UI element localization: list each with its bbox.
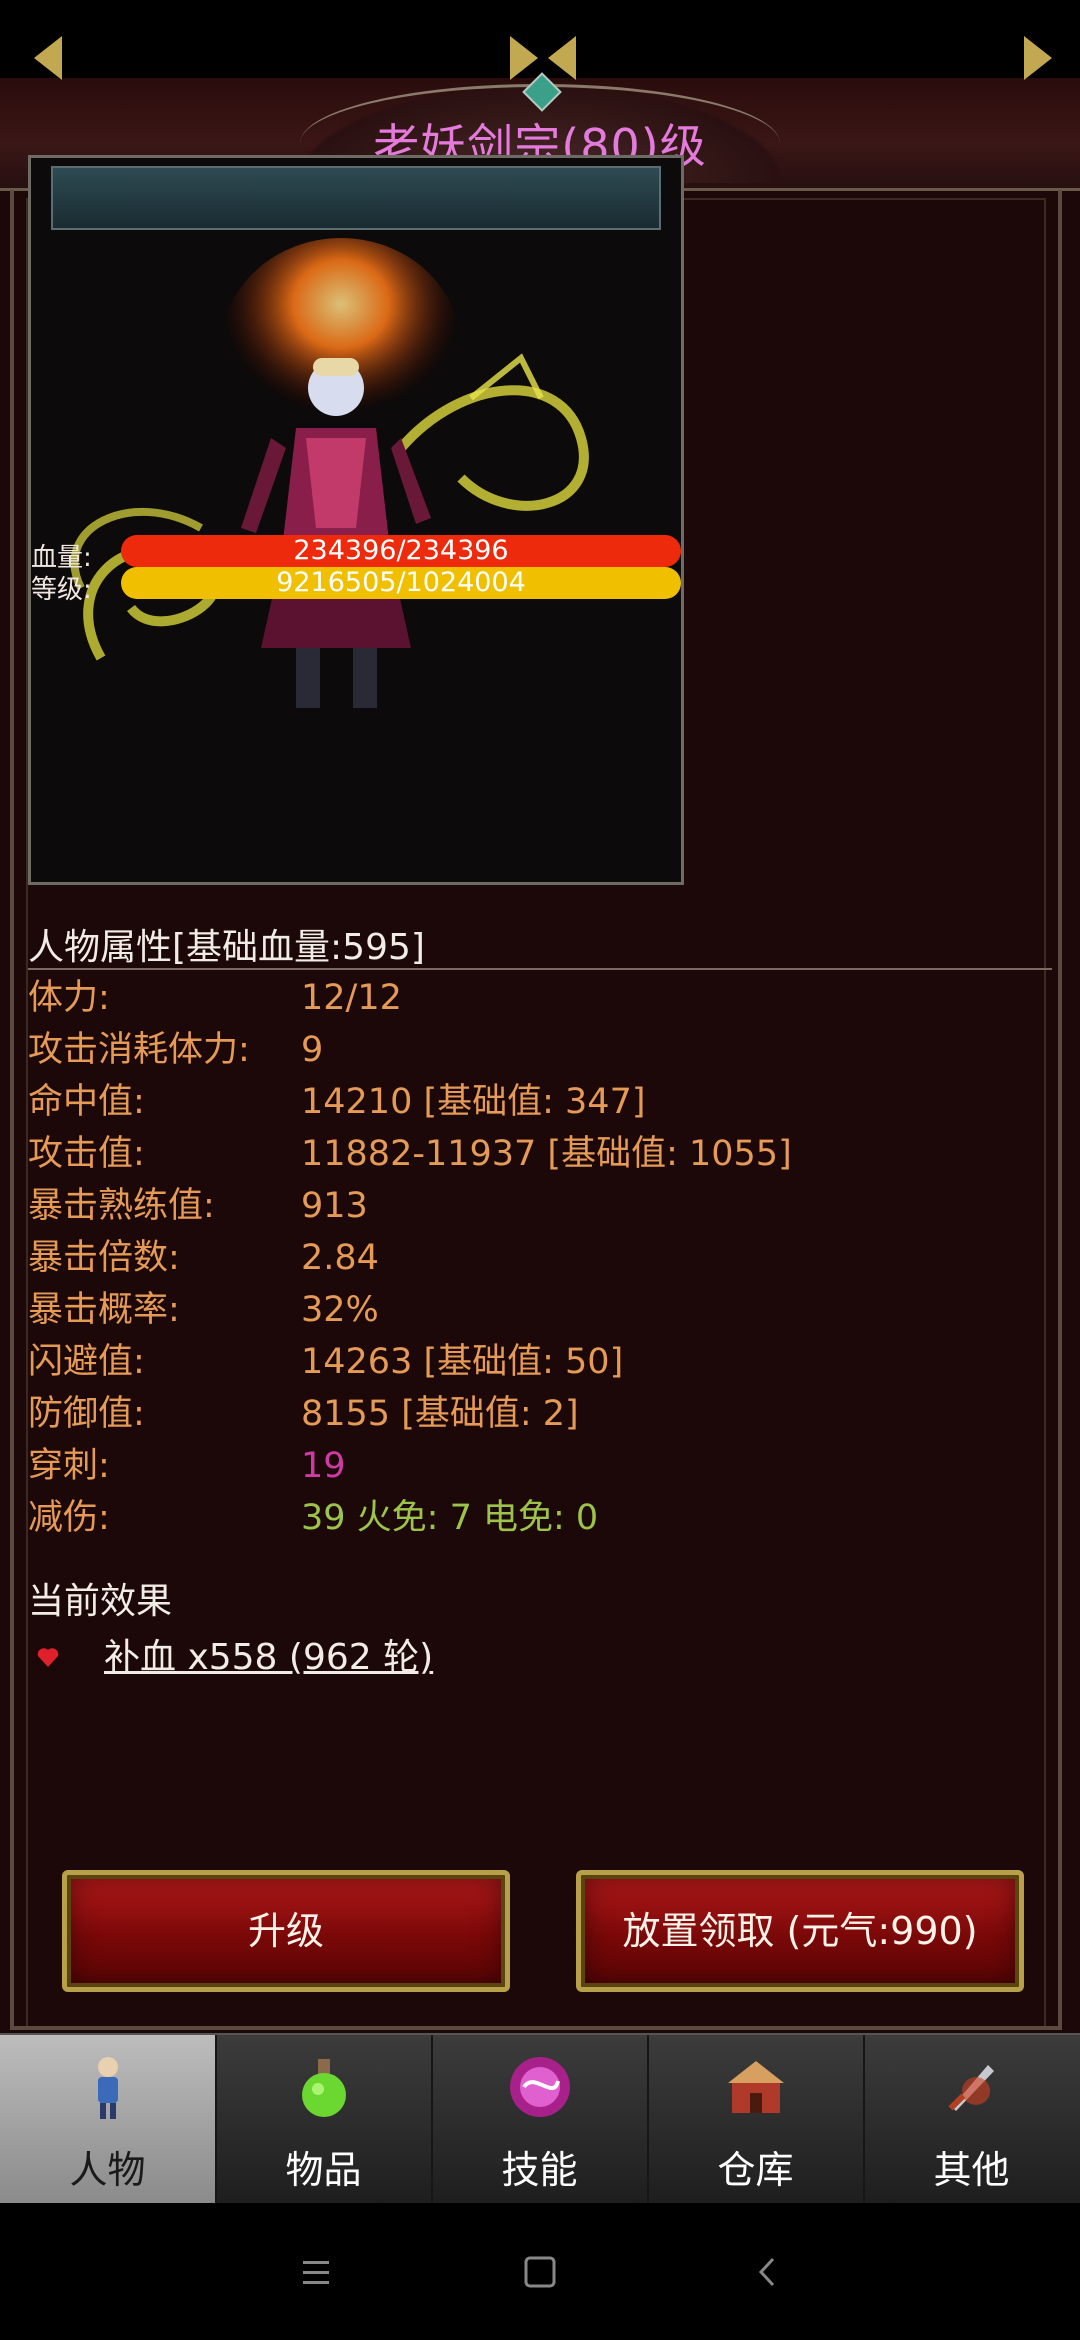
attribute-row: 攻击值: 11882-11937 [基础值: 1055] (28, 1128, 1052, 1180)
attribute-name: 减伤: (28, 1498, 110, 1538)
level-label: 等级: (31, 575, 92, 605)
level-bar: 9216505/1024004 (121, 567, 681, 599)
tab-label: 物品 (285, 2148, 362, 2192)
tab-character[interactable]: 人物 (0, 2035, 217, 2205)
hp-bar-row: 血量: 234396/234396 (31, 535, 687, 573)
attribute-row: 暴击概率: 32% (28, 1284, 1052, 1336)
attributes-divider (28, 968, 1052, 970)
attributes-list: 体力: 12/12 攻击消耗体力: 9 命中值: 14210 [基础值: 347] 攻击值:… (28, 972, 1052, 1544)
attributes-header: 人物属性[基础血量:595] (28, 927, 425, 968)
button-cap-right (1024, 36, 1052, 80)
hp-value: 234396/234396 (293, 535, 509, 566)
attribute-row: 攻击消耗体力: 9 (28, 1024, 1052, 1076)
portrait-banner (51, 166, 661, 230)
attribute-value: 11882-11937 [基础值: 1055] (301, 1134, 792, 1174)
attribute-value: 9 (301, 1030, 324, 1070)
attribute-row: 防御值: 8155 [基础值: 2] (28, 1388, 1052, 1440)
tab-items[interactable]: 物品 (216, 2035, 433, 2205)
attribute-value: 19 (301, 1446, 346, 1486)
attribute-name: 暴击概率: (28, 1290, 180, 1330)
hp-bar: 234396/234396 (121, 535, 681, 567)
sword-icon (948, 2065, 994, 2111)
tab-label: 技能 (501, 2148, 578, 2192)
tab-label: 其他 (933, 2148, 1010, 2192)
attribute-row: 闪避值: 14263 [基础值: 50] (28, 1336, 1052, 1388)
attribute-row: 暴击倍数: 2.84 (28, 1232, 1052, 1284)
attribute-value: 12/12 (301, 978, 402, 1018)
attribute-name: 体力: (28, 978, 110, 1018)
collect-button[interactable]: 放置领取 (元气:990) (576, 1870, 1024, 1992)
bottom-tab-bar: 人物 物品 技能 仓库 其他 (0, 2033, 1080, 2205)
attribute-name: 防御值: (28, 1394, 145, 1434)
system-nav-bar (0, 2203, 1080, 2340)
button-cap-right (510, 36, 538, 80)
level-bar-row: 等级: 9216505/1024004 (31, 567, 687, 605)
attribute-name: 命中值: (28, 1082, 145, 1122)
character-icon (98, 2057, 118, 2119)
attribute-row: 减伤: 39 火免: 7 电免: 0 (28, 1492, 1052, 1544)
attribute-value: 32% (301, 1290, 379, 1330)
button-cap-left (548, 36, 576, 80)
upgrade-button[interactable]: 升级 (62, 1870, 510, 1992)
effects-title: 当前效果 (28, 1581, 173, 1622)
attribute-value: 2.84 (301, 1238, 379, 1278)
character-portrait: 血量: 234396/234396 等级: 9216505/1024004 (28, 155, 684, 885)
attribute-name: 攻击值: (28, 1134, 145, 1174)
skill-orb-icon (510, 2057, 570, 2117)
attribute-row: 穿刺: 19 (28, 1440, 1052, 1492)
attribute-name: 穿刺: (28, 1446, 110, 1486)
character-avatar (70, 238, 589, 708)
attribute-name: 暴击倍数: (28, 1238, 180, 1278)
home-icon[interactable] (515, 2247, 565, 2297)
heart-icon (37, 1648, 59, 1667)
warehouse-icon (728, 2061, 784, 2113)
attribute-value: 14263 [基础值: 50] (301, 1342, 624, 1382)
menu-icon[interactable] (291, 2247, 341, 2297)
attribute-row: 体力: 12/12 (28, 972, 1052, 1024)
button-cap-left (34, 36, 62, 80)
tab-label: 仓库 (717, 2148, 794, 2192)
attribute-name: 攻击消耗体力: (28, 1030, 250, 1070)
tab-other[interactable]: 其他 (864, 2035, 1079, 2205)
level-value: 9216505/1024004 (276, 567, 526, 598)
attribute-row: 暴击熟练值: 913 (28, 1180, 1052, 1232)
attribute-name: 暴击熟练值: (28, 1186, 215, 1226)
tab-skills[interactable]: 技能 (432, 2035, 649, 2205)
potion-icon (302, 2059, 346, 2117)
attribute-value: 8155 [基础值: 2] (301, 1394, 579, 1434)
back-icon[interactable] (743, 2247, 793, 2297)
tab-warehouse[interactable]: 仓库 (648, 2035, 865, 2205)
status-bar (0, 0, 1080, 78)
attribute-row: 命中值: 14210 [基础值: 347] (28, 1076, 1052, 1128)
attribute-value: 14210 [基础值: 347] (301, 1082, 646, 1122)
tab-label: 人物 (69, 2148, 146, 2192)
attribute-name: 闪避值: (28, 1342, 145, 1382)
attribute-value: 913 (301, 1186, 368, 1226)
effect-label[interactable]: 补血 x558 (962 轮) (104, 1628, 433, 1680)
attribute-value: 39 火免: 7 电免: 0 (301, 1498, 599, 1538)
